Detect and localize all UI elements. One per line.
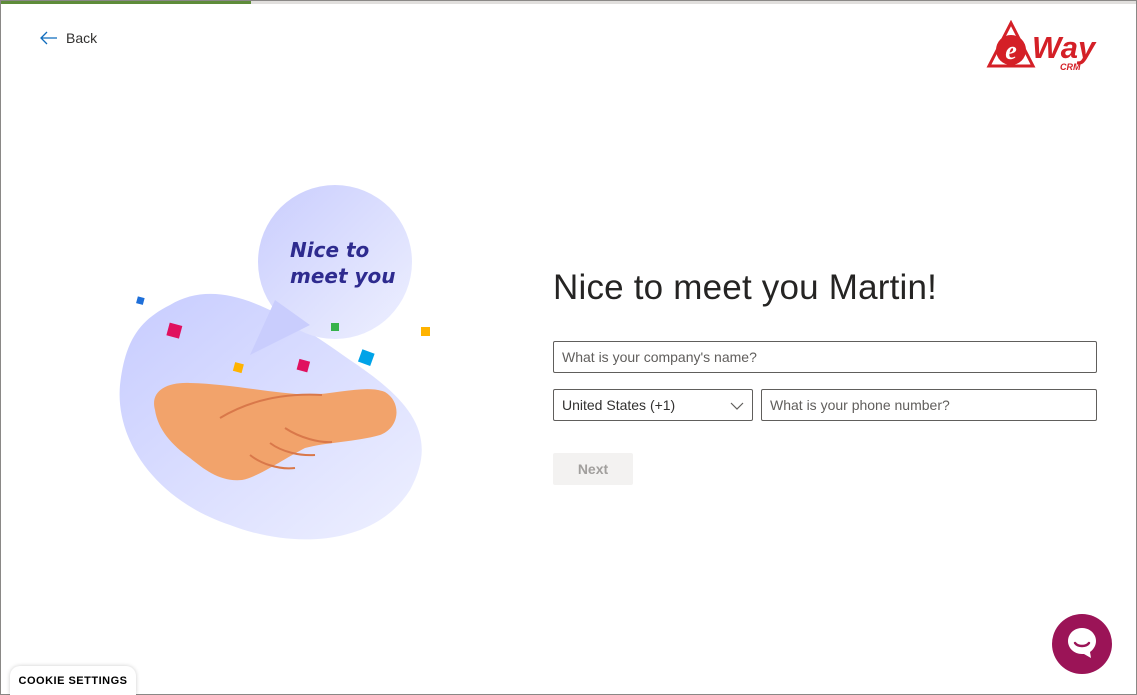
logo-letter: e — [1005, 36, 1017, 65]
bubble-line-2: meet you — [290, 264, 396, 288]
eway-crm-logo: e Way CRM — [986, 19, 1108, 74]
chevron-down-icon — [730, 397, 744, 413]
company-name-input[interactable] — [553, 341, 1097, 373]
country-code-select[interactable]: United States (+1) — [553, 389, 753, 421]
cookie-settings-button[interactable]: COOKIE SETTINGS — [10, 666, 136, 695]
next-button[interactable]: Next — [553, 453, 633, 485]
bubble-line-1: Nice to — [290, 238, 370, 262]
progress-bar — [1, 1, 1136, 4]
handshake-illustration: Nice to meet you — [110, 180, 440, 550]
progress-fill — [1, 1, 251, 4]
phone-number-input[interactable] — [761, 389, 1097, 421]
back-label: Back — [66, 30, 98, 46]
country-code-value: United States (+1) — [562, 397, 676, 413]
chat-bubble-icon — [1065, 625, 1099, 664]
back-button[interactable]: Back — [40, 30, 97, 46]
page-title: Nice to meet you Martin! — [553, 268, 938, 307]
logo-text: Way — [1032, 30, 1097, 65]
arrow-left-icon — [40, 31, 58, 45]
logo-sub: CRM — [1060, 62, 1081, 72]
chat-button[interactable] — [1052, 614, 1112, 674]
form-area: Nice to meet you Martin! — [553, 266, 1098, 310]
